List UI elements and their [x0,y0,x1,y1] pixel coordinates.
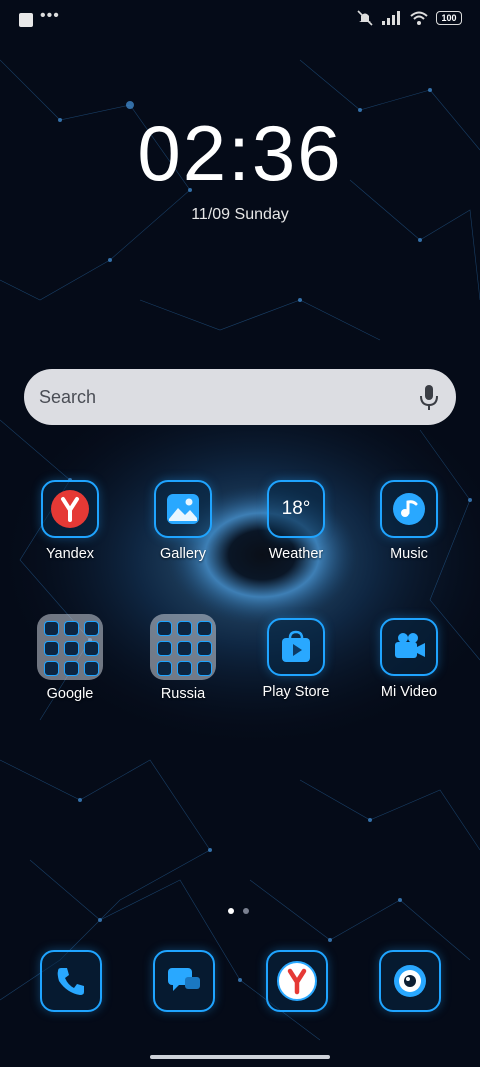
mic-icon[interactable] [418,383,440,411]
app-mini-icon [177,641,192,656]
wifi-icon [410,11,428,25]
search-placeholder: Search [39,387,97,407]
maps-icon [44,641,59,656]
dock-yandex-browser[interactable] [266,950,328,1012]
camera-icon [379,950,441,1012]
page-dot-active[interactable] [228,908,234,914]
signal-icon [382,11,400,25]
chrome-icon [64,621,79,636]
status-bar: ••• 100 [0,0,480,40]
folder-label: Russia [160,686,206,702]
google-icon [44,621,59,636]
app-mini-icon [197,661,212,676]
yandex-browser-icon [266,950,328,1012]
app-weather[interactable]: 18° Weather [244,480,348,562]
drive-icon [64,641,79,656]
battery-icon: 100 [436,11,462,25]
app-label: Gallery [160,546,206,562]
gesture-nav-bar[interactable] [150,1055,330,1059]
app-mini-icon [177,661,192,676]
page-dot[interactable] [243,908,249,914]
youtube-icon [64,661,79,676]
clock-time[interactable]: 02:36 [0,108,480,199]
app-music[interactable]: Music [357,480,461,562]
music-icon [380,480,438,538]
app-mini-icon [177,621,192,636]
app-mi-video[interactable]: Mi Video [357,618,461,700]
app-label: Weather [268,546,324,562]
mute-icon [357,10,373,26]
app-mini-icon [157,641,172,656]
play-store-icon [267,618,325,676]
phone-icon [40,950,102,1012]
files-icon [84,661,99,676]
app-label: Mi Video [380,684,438,700]
more-dots-icon: ••• [40,7,60,24]
messages-icon [153,950,215,1012]
folder-icon [37,614,103,680]
clock-date[interactable]: 11/09 Sunday [0,206,480,224]
video-camera-icon [380,618,438,676]
gallery-icon [154,480,212,538]
notification-square-icon [19,13,33,27]
folder-google[interactable]: Google [18,614,122,702]
app-mini-icon [197,621,212,636]
search-bar[interactable]: Search [24,369,456,425]
app-play-store[interactable]: Play Store [244,618,348,700]
dock-phone[interactable] [40,950,102,1012]
dock-camera[interactable] [379,950,441,1012]
app-label: Music [390,546,428,562]
dock-messages[interactable] [153,950,215,1012]
photos-icon [84,641,99,656]
app-gallery[interactable]: Gallery [131,480,235,562]
app-mini-icon [157,661,172,676]
app-yandex[interactable]: Yandex [18,480,122,562]
weather-temperature: 18° [281,498,311,519]
folder-label: Google [46,686,94,702]
app-label: Yandex [45,546,95,562]
folder-russia[interactable]: Russia [131,614,235,702]
app-mini-icon [197,641,212,656]
yandex-icon [41,480,99,538]
app-label: Play Store [262,684,330,700]
app-mini-icon [157,621,172,636]
folder-icon [150,614,216,680]
duo-icon [44,661,59,676]
weather-icon: 18° [267,480,325,538]
page-indicator [228,908,249,914]
gmail-icon [84,621,99,636]
